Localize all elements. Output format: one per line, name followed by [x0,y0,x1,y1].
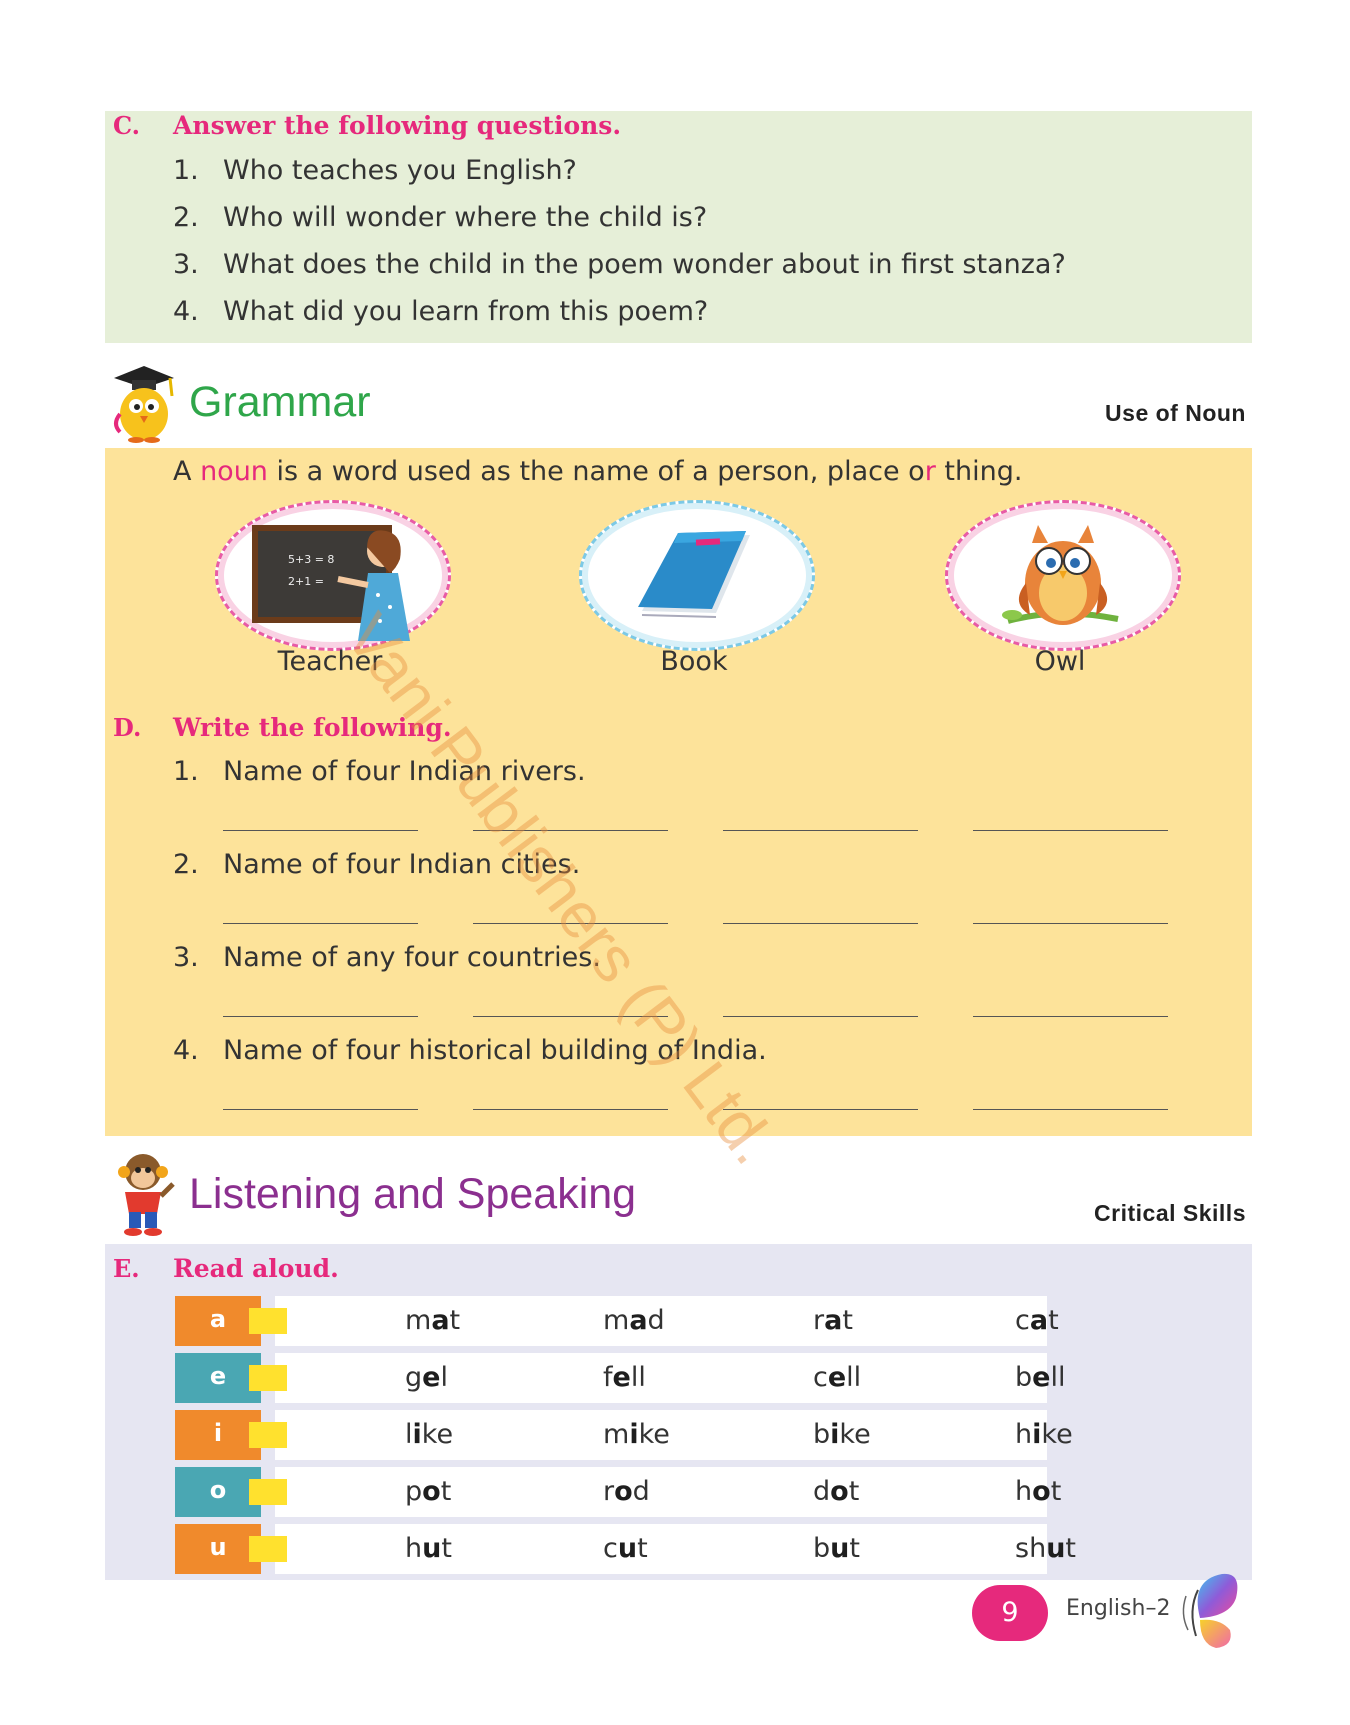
book-title: English–2 [1066,1596,1171,1621]
answer-line[interactable] [223,830,418,831]
vowel-tab [249,1365,287,1391]
item-number: 1. [173,756,199,787]
read-aloud-word: mat [405,1305,461,1336]
answer-line[interactable] [973,1016,1168,1017]
page-number: 9 [972,1585,1048,1641]
item-number: 2. [173,849,199,880]
word-strip [275,1353,1047,1403]
svg-text:5+3 = 8: 5+3 = 8 [288,553,334,566]
section-title: Read aloud. [173,1254,339,1283]
read-aloud-word: gel [405,1362,448,1393]
read-aloud-word: hot [1015,1476,1062,1507]
section-c: C. Answer the following questions. 1. Who… [105,111,1252,343]
read-aloud-word: cell [813,1362,862,1393]
read-aloud-word: rod [603,1476,650,1507]
section-letter: E. [113,1254,140,1283]
listening-title: Listening and Speaking [189,1170,637,1218]
noun-keyword: noun [200,456,268,487]
section-letter: D. [113,713,142,742]
owl-picture [945,500,1181,651]
read-aloud-word: cat [1015,1305,1059,1336]
write-item: 3. Name of any four countries. [173,942,601,973]
butterfly-icon [1182,1573,1238,1648]
word-strip [275,1524,1047,1574]
vowel-tab [249,1422,287,1448]
answer-lines [223,923,1173,925]
owl-icon [1002,525,1119,625]
read-aloud-word: like [405,1419,454,1450]
read-aloud-word: pot [405,1476,452,1507]
read-aloud-word: fell [603,1362,646,1393]
read-aloud-word: dot [813,1476,860,1507]
book-icon [638,531,750,618]
read-aloud-word: rat [813,1305,853,1336]
picture-label-owl: Owl [1034,646,1086,677]
listening-tag: Critical Skills [1094,1200,1246,1226]
question-number: 3. [173,249,199,280]
read-aloud-word: mike [603,1419,670,1450]
vowel-row: a mat mad rat cat [175,1296,1059,1346]
read-aloud-word: cut [603,1533,648,1564]
section-title: Answer the following questions. [173,111,622,140]
vowel-row: e gel fell cell bell [175,1353,1065,1403]
book-picture [579,500,815,651]
teacher-picture: 5+3 = 8 2+1 = [215,500,451,651]
answer-line[interactable] [723,923,918,924]
grammar-tag: Use of Noun [1105,400,1246,426]
item-text: Name of four Indian rivers. [223,756,586,787]
grammar-header: Grammar Use of Noun [105,360,1252,448]
question-text: What does the child in the poem wonder a… [223,249,1066,280]
question-row: 2. Who will wonder where the child is? [173,202,707,233]
word-strip [275,1467,1047,1517]
read-aloud-word: hut [405,1533,452,1564]
answer-line[interactable] [973,923,1168,924]
noun-definition: A noun is a word used as the name of a p… [173,456,1023,487]
question-row: 4. What did you learn from this poem? [173,296,708,327]
answer-line[interactable] [223,923,418,924]
answer-line[interactable] [473,1109,668,1110]
answer-lines [223,830,1173,832]
answer-line[interactable] [723,1016,918,1017]
answer-line[interactable] [223,1016,418,1017]
question-row: 1. Who teaches you English? [173,155,577,186]
question-number: 2. [173,202,199,233]
vowel-tab [249,1536,287,1562]
monkey-mascot-icon [118,1154,175,1236]
vowel-tab [249,1308,287,1334]
question-text: Who will wonder where the child is? [223,202,708,233]
vowel-tab [249,1479,287,1505]
read-aloud-word: bell [1015,1362,1066,1393]
owl-mascot-icon [114,366,174,443]
answer-line[interactable] [973,830,1168,831]
vowel-row: i like mike bike hike [175,1410,1073,1460]
picture-label-book: Book [660,646,728,677]
item-number: 3. [173,942,199,973]
vowel-row: o pot rod dot hot [175,1467,1061,1517]
answer-line[interactable] [723,830,918,831]
listening-header: Listening and Speaking Critical Skills [105,1148,1252,1244]
read-aloud-word: bike [813,1419,871,1450]
item-number: 4. [173,1035,199,1066]
read-aloud-word: but [813,1533,860,1564]
item-text: Name of any four countries. [223,942,601,973]
answer-line[interactable] [223,1109,418,1110]
question-number: 4. [173,296,199,327]
section-letter: C. [113,111,141,140]
question-row: 3. What does the child in the poem wonder… [173,249,1066,280]
answer-line[interactable] [973,1109,1168,1110]
read-aloud-word: mad [603,1305,665,1336]
svg-text:2+1 =: 2+1 = [288,575,324,588]
vowel-row: u hut cut but shut [175,1524,1076,1574]
teacher-at-blackboard-icon: 5+3 = 8 2+1 = [252,525,410,641]
question-number: 1. [173,155,199,186]
grammar-title: Grammar [189,378,371,426]
question-text: What did you learn from this poem? [223,296,709,327]
read-aloud-word: shut [1015,1533,1077,1564]
read-aloud-word: hike [1015,1419,1073,1450]
section-e: E. Read aloud. a mat mad rat cat e gel fell cell… [105,1244,1252,1580]
question-text: Who teaches you English? [223,155,577,186]
